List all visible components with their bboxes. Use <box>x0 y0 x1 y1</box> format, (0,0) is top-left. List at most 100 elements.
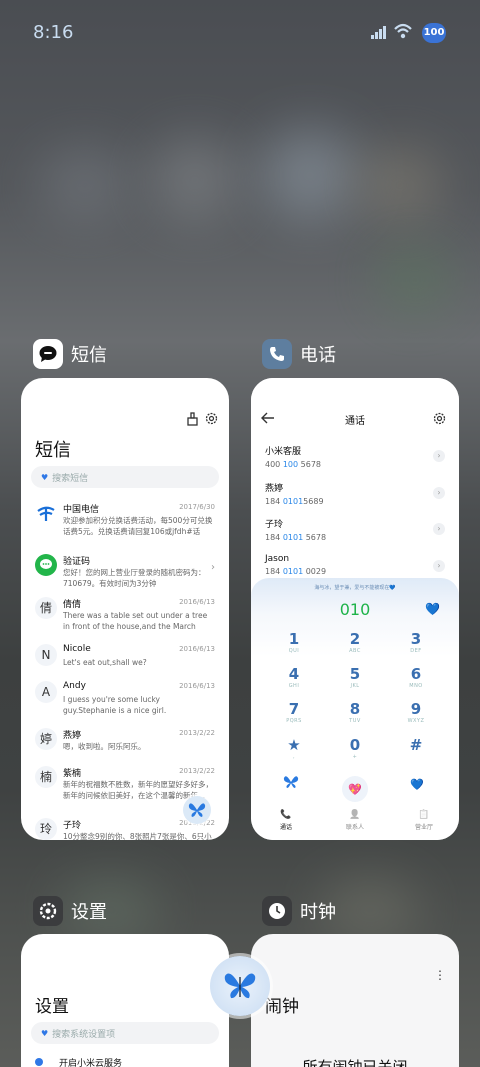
page-title: 短信 <box>35 440 71 461</box>
call-button[interactable]: 💖 <box>342 776 368 802</box>
heart-icon[interactable]: 💙 <box>425 602 440 616</box>
tab-0[interactable]: 📞 通话 <box>256 810 316 831</box>
butterfly-icon <box>224 973 256 999</box>
cellular-signal-icon <box>371 26 386 39</box>
settings-item-label[interactable]: 开启小米云服务 <box>59 1056 122 1067</box>
butterfly-icon[interactable] <box>283 774 299 793</box>
message-preview: 嗯，收到啦。阿乐阿乐。 <box>63 742 146 751</box>
page-title: 通话 <box>345 416 365 427</box>
app-name: 电话 <box>300 345 336 366</box>
dial-key-star[interactable]: ★, <box>264 736 324 760</box>
dial-key-letters: , <box>292 754 296 760</box>
message-date: 2016/6/13 <box>179 682 215 690</box>
dial-key-5[interactable]: 5 JKL <box>325 665 385 689</box>
gear-icon[interactable] <box>205 412 218 425</box>
message-sender: 中国电信 <box>63 505 100 515</box>
dial-key-7[interactable]: 7 PQRS <box>264 700 324 724</box>
contact-avatar <box>35 554 57 576</box>
message-date: 2017/6/30 <box>179 503 215 511</box>
dial-key-digit: 4 <box>288 665 300 683</box>
recent-app-header-sms[interactable]: 短信 <box>33 339 107 369</box>
dialpad-banner: 海与冰，望于兼，爱与不能被现在💙 <box>314 585 396 591</box>
dial-key-letters: ABC <box>349 648 361 654</box>
heart-icon: ♥ <box>41 472 49 482</box>
butterfly-button[interactable] <box>183 796 211 824</box>
dial-key-digit: 0 <box>349 736 361 754</box>
gear-icon[interactable] <box>433 412 446 425</box>
recent-call-item[interactable]: 燕婷 184 01015689 › <box>265 481 445 506</box>
recent-card-settings[interactable]: 设置 ♥ 搜索系统设置项 开启小米云服务 <box>21 934 229 1067</box>
dial-key-letters: JKL <box>350 683 360 689</box>
dial-key-letters: GHI <box>288 683 300 689</box>
dial-key-4[interactable]: 4 GHI <box>264 665 324 689</box>
tab-label: 联系人 <box>345 824 364 831</box>
chevron-right-icon[interactable]: › <box>433 523 445 535</box>
contact-name: 小米客服 <box>265 447 302 457</box>
dial-key-9[interactable]: 9 WXYZ <box>386 700 446 724</box>
recent-call-item[interactable]: 子玲 184 0101 5678 › <box>265 517 445 542</box>
contact-avatar: 玲 <box>35 818 57 840</box>
more-options-icon[interactable]: ⋮ <box>434 968 446 982</box>
recent-card-phone[interactable]: 通话 小米客服 400 100 5678 › 燕婷 184 01015689 › 子玲 184… <box>251 378 459 840</box>
dial-key-8[interactable]: 8 TUV <box>325 700 385 724</box>
wallpaper-blob <box>40 150 130 220</box>
tab-label: 通话 <box>279 824 292 831</box>
dial-key-0[interactable]: 0 + <box>325 736 385 760</box>
app-name: 短信 <box>71 345 107 366</box>
dial-key-digit: 6 <box>410 665 422 683</box>
dial-key-2[interactable]: 2 ABC <box>325 630 385 654</box>
clock-app-icon <box>262 896 292 926</box>
clean-brush-icon[interactable] <box>186 412 199 426</box>
recent-app-header-clock[interactable]: 时钟 <box>262 896 336 926</box>
dial-key-digit: 1 <box>288 630 300 648</box>
chevron-right-icon[interactable]: › <box>433 487 445 499</box>
wallpaper-blob <box>150 140 240 220</box>
tab-1[interactable]: 👤 联系人 <box>325 810 385 831</box>
contact-number: 184 0101 0029 <box>265 567 327 576</box>
message-sender: 验证码 <box>63 557 91 567</box>
message-preview: 您好！您的网上营业厅登录的随机密码为：710679。有效时间为3分钟 <box>63 568 206 588</box>
contact-name: 燕婷 <box>265 484 284 494</box>
status-time: 8:16 <box>33 22 74 43</box>
settings-app-icon <box>33 896 63 926</box>
dial-key-letters: TUV <box>349 718 361 724</box>
wallpaper-blob <box>260 130 360 220</box>
contact-name: Jason <box>265 554 290 564</box>
contact-number: 184 01015689 <box>265 497 324 506</box>
sms-app-icon <box>33 339 63 369</box>
heart-icon[interactable]: 💙 <box>410 778 424 791</box>
recent-app-header-phone[interactable]: 电话 <box>262 339 336 369</box>
message-date: 2016/6/13 <box>179 598 215 606</box>
dial-key-1[interactable]: 1 QUI <box>264 630 324 654</box>
chevron-right-icon[interactable]: › <box>433 450 445 462</box>
dial-key-digit: 5 <box>349 665 361 683</box>
recent-call-item[interactable]: 小米客服 400 100 5678 › <box>265 444 445 469</box>
dial-key-digit: 2 <box>349 630 361 648</box>
recent-call-item[interactable]: Jason 184 0101 0029 › <box>265 554 445 576</box>
recent-card-sms[interactable]: 短信 ♥ 搜索短信 中国电信 2017/6/30 欢迎参加积分兑换话费活动，每500… <box>21 378 229 840</box>
chevron-right-icon[interactable]: › <box>433 560 445 572</box>
message-date: 2013/2/22 <box>179 767 215 775</box>
search-input[interactable]: ♥ 搜索短信 <box>31 466 219 488</box>
dial-key-6[interactable]: 6 MNO <box>386 665 446 689</box>
message-preview: There was a table set out under a tree i… <box>63 611 208 631</box>
dial-key-hash[interactable]: # <box>386 736 446 754</box>
message-sender: Nicole <box>63 644 91 654</box>
wallpaper-blob <box>360 150 440 220</box>
dial-key-letters: PQRS <box>286 718 302 724</box>
tab-2[interactable]: 📋 营业厅 <box>394 810 454 831</box>
floating-butterfly-button[interactable] <box>210 956 270 1016</box>
store-tab-icon: 📋 <box>418 810 430 820</box>
butterfly-icon <box>188 803 206 817</box>
recent-app-header-settings[interactable]: 设置 <box>33 896 107 926</box>
dial-key-digit: ★ <box>287 736 301 754</box>
contact-number: 184 0101 5678 <box>265 533 327 542</box>
dial-key-digit: 3 <box>410 630 422 648</box>
search-input[interactable]: ♥ 搜索系统设置项 <box>31 1022 219 1044</box>
dial-key-3[interactable]: 3 DEF <box>386 630 446 654</box>
dial-key-letters: QUI <box>288 648 300 654</box>
recent-card-clock[interactable]: ⋮ 闹钟 所有闹钟已关闭 <box>251 934 459 1067</box>
search-placeholder: 搜索短信 <box>52 473 89 484</box>
app-name: 设置 <box>71 902 107 923</box>
dial-key-letters: MNO <box>409 683 423 689</box>
